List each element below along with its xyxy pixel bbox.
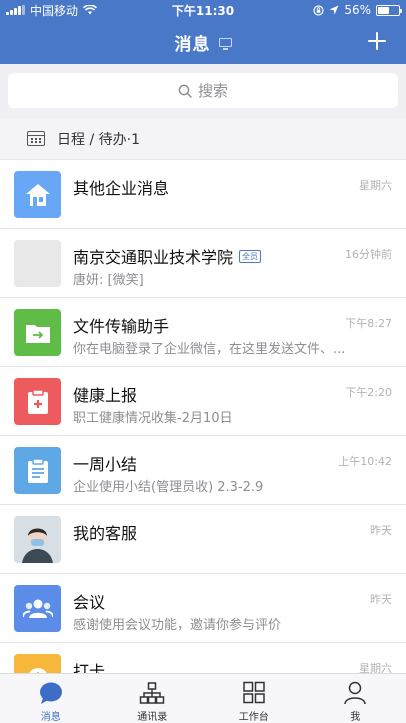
wifi-icon [83,5,98,15]
message-title: 一周小结 [73,455,138,474]
status-time: 下午11:30 [171,3,235,18]
list-item-health-report[interactable]: 健康上报 职工健康情况收集-2月10日 下午2:20 [0,367,406,436]
service-avatar [14,516,61,563]
top-bar: 中国移动 下午11:30 56% 消息 [0,0,406,64]
list-item-clock-in[interactable]: 打卡 星期六 [0,643,406,673]
org-chart-icon [140,682,165,704]
grid-icon [243,681,265,704]
person-icon [344,681,366,705]
list-item-file-transfer[interactable]: 文件传输助手 你在电脑登录了企业微信，在这里发送文件、... 下午8:27 [0,298,406,367]
message-title: 会议 [73,593,106,612]
message-title: 其他企业消息 [73,179,170,198]
search-placeholder: 搜索 [197,82,228,100]
nav-bar: 消息 [0,20,406,64]
signal-icon [6,5,25,15]
search-icon [178,84,192,98]
battery-icon [376,4,402,16]
tab-label: 我 [350,712,361,723]
message-time: 上午10:42 [338,455,392,468]
chat-bubble-icon [39,682,62,704]
message-preview: 企业使用小结(管理员收) 2.3-2.9 [73,480,264,495]
tab-contacts[interactable]: 通讯录 [102,674,204,723]
lock-rotation-icon [313,4,324,16]
tab-label: 消息 [40,712,61,723]
search-input[interactable]: 搜索 [8,73,398,108]
folder-transfer-icon [14,309,61,356]
message-title: 南京交通职业技术学院 [73,248,234,267]
message-list: 其他企业消息 星期六 南京交通职业技术学院 全员 唐妍: [微笑] 16分钟前 … [0,160,406,673]
list-item-school-group[interactable]: 南京交通职业技术学院 全员 唐妍: [微笑] 16分钟前 [0,229,406,298]
people-icon [14,585,61,632]
list-item-weekly-summary[interactable]: 一周小结 企业使用小结(管理员收) 2.3-2.9 上午10:42 [0,436,406,505]
clock-icon [14,654,61,673]
search-area: 搜索 [0,64,406,118]
all-members-badge: 全员 [239,249,262,263]
tab-workbench[interactable]: 工作台 [203,674,305,723]
medical-clipboard-icon [14,378,61,425]
message-title: 打卡 [73,662,106,673]
schedule-todo-row[interactable]: 日程 / 待办·1 [0,118,406,160]
message-time: 下午2:20 [345,386,392,399]
carrier-label: 中国移动 [30,3,79,18]
message-preview: 职工健康情况收集-2月10日 [73,411,233,426]
list-item-other-enterprise[interactable]: 其他企业消息 星期六 [0,160,406,229]
clipboard-icon [14,447,61,494]
message-time: 星期六 [359,662,392,673]
battery-percent: 56% [344,3,371,17]
location-arrow-icon [329,5,339,15]
list-item-meeting[interactable]: 会议 感谢使用会议功能，邀请你参与评价 昨天 [0,574,406,643]
message-time: 16分钟前 [345,248,392,261]
message-time: 昨天 [370,593,392,606]
tab-label: 工作台 [238,712,269,723]
tab-bar: 消息 通讯录 工作台 我 [0,673,406,723]
status-bar: 中国移动 下午11:30 56% [0,0,406,20]
tab-label: 通讯录 [137,712,168,723]
list-item-customer-service[interactable]: 我的客服 昨天 [0,505,406,574]
message-preview: 唐妍: [微笑] [73,273,144,288]
message-title: 健康上报 [73,386,138,405]
page-title: 消息 [174,34,211,55]
message-title: 我的客服 [73,524,138,543]
schedule-label: 日程 / 待办·1 [57,131,140,148]
tab-me[interactable]: 我 [305,674,406,723]
calendar-icon [27,131,45,146]
message-title: 文件传输助手 [73,317,170,336]
message-preview: 感谢使用会议功能，邀请你参与评价 [73,618,282,633]
house-icon [14,171,61,218]
tab-messages[interactable]: 消息 [0,674,102,723]
message-time: 昨天 [370,524,392,537]
pc-online-icon [218,37,232,50]
message-time: 下午8:27 [345,317,392,330]
group-avatar [14,240,61,287]
message-preview: 你在电脑登录了企业微信，在这里发送文件、... [73,342,346,357]
add-button[interactable] [362,26,392,56]
message-time: 星期六 [359,179,392,192]
